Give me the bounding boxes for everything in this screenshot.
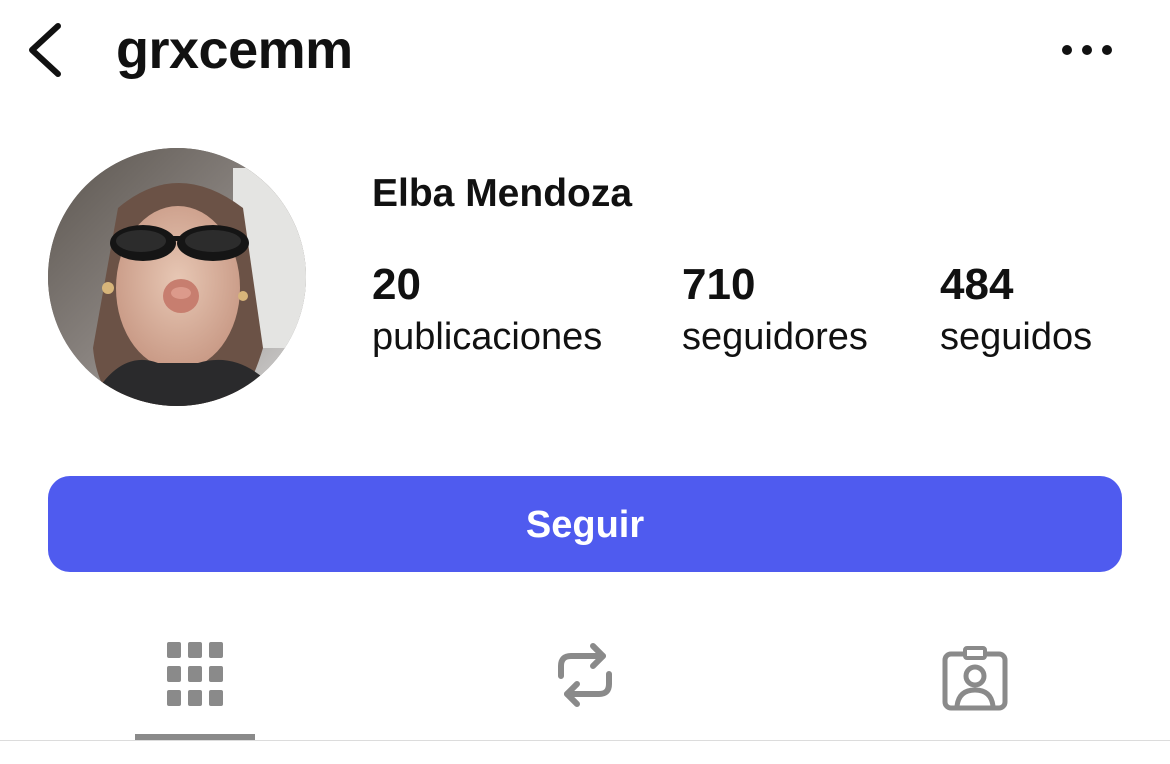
profile-username: grxcemm (116, 20, 353, 80)
tab-posts-grid[interactable] (135, 620, 255, 740)
back-button[interactable] (18, 18, 78, 82)
tab-tagged[interactable] (915, 620, 1035, 740)
repost-icon (558, 643, 612, 707)
stat-followers[interactable]: 710 seguidores (682, 258, 868, 362)
display-name: Elba Mendoza (372, 172, 633, 215)
stat-following[interactable]: 484 seguidos (940, 258, 1092, 362)
tagged-icon (942, 646, 1008, 711)
profile-photo-avatar (48, 148, 306, 406)
stat-posts-label: publicaciones (372, 316, 603, 358)
grid-icon (167, 642, 223, 706)
tab-reposts[interactable] (525, 620, 645, 740)
profile-tabs (0, 620, 1170, 741)
chevron-left-icon (29, 23, 61, 77)
stat-following-label: seguidos (940, 316, 1093, 358)
stat-posts[interactable]: 20 publicaciones (372, 258, 602, 362)
avatar[interactable] (48, 148, 306, 406)
more-horizontal-icon (1062, 45, 1112, 55)
stat-followers-label: seguidores (682, 316, 868, 358)
stat-posts-count: 20 (372, 260, 421, 309)
more-options-button[interactable] (1052, 28, 1122, 72)
profile-header: grxcemm (0, 0, 1170, 110)
stat-following-count: 484 (940, 260, 1014, 309)
follow-button[interactable]: Seguir (48, 476, 1122, 572)
stat-followers-count: 710 (682, 260, 756, 309)
tabs-divider (0, 740, 1170, 741)
